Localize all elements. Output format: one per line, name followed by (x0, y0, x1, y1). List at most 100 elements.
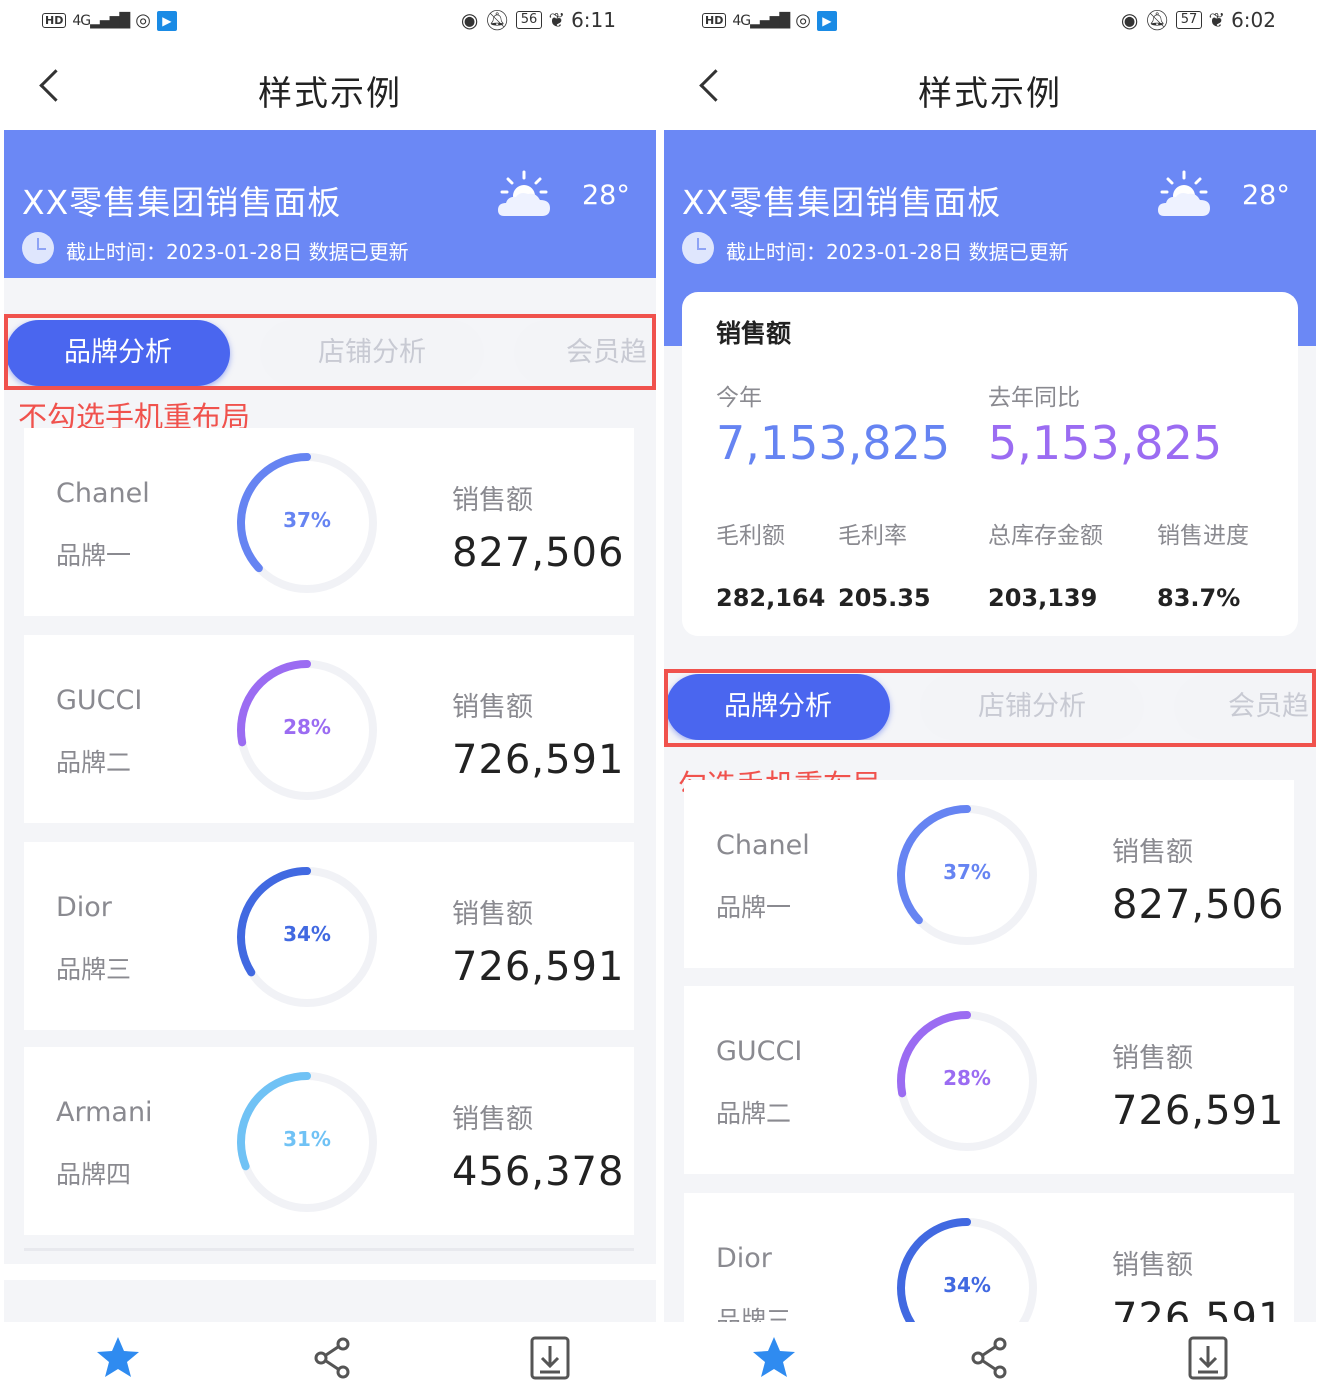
clock-time: 6:02 (1231, 8, 1276, 32)
signal-icon: 4G▂▄▆█ (732, 12, 790, 29)
battery-icon: 57 (1175, 11, 1203, 29)
leaf-icon: ❦ (548, 8, 566, 32)
brand-label: 品牌二 (716, 1099, 792, 1128)
sales-value: 827,506 (452, 530, 625, 576)
page-title: 样式示例 (918, 74, 1062, 114)
sales-progress-label: 销售进度 (1157, 523, 1249, 549)
kpi-title: 销售额 (716, 319, 792, 348)
brand-card[interactable]: Chanel 品牌一 37% 销售额 827,506 (684, 780, 1294, 968)
ring-progress-arc (896, 1218, 1037, 1322)
sales-value: 726,591 (1112, 1088, 1285, 1134)
sales-label: 销售额 (452, 1104, 533, 1135)
phone-screen-right: HD 4G▂▄▆█ ◎ ▶ ◉ 🔕︎ 57 ❦ 6:02 样式示例 XX零售集团… (664, 0, 1316, 1390)
brand-card[interactable]: Dior 品牌三 34% 销售额 726,591 (24, 842, 634, 1030)
percentage-label: 37% (943, 860, 991, 884)
download-icon[interactable] (1184, 1334, 1232, 1382)
status-bar: HD 4G▂▄▆█ ◎ ▶ ◉ 🔕︎ 57 ❦ 6:02 (664, 0, 1316, 44)
brand-name: Dior (56, 892, 112, 923)
nav-bar: 样式示例 (4, 44, 656, 130)
dashboard-header: XX零售集团销售面板 28° 截止时间：2023-01-28日 数据已更新 (4, 130, 656, 278)
sales-value: 726,591 (1112, 1295, 1285, 1322)
brand-name: Armani (56, 1097, 153, 1128)
app-notification-icon: ▶ (816, 10, 837, 31)
share-icon[interactable] (966, 1334, 1014, 1382)
sales-value: 456,378 (452, 1149, 625, 1195)
bottom-toolbar (4, 1322, 656, 1390)
update-time: 截止时间：2023-01-28日 数据已更新 (66, 240, 409, 264)
app-notification-icon: ▶ (156, 10, 177, 31)
clock-icon (682, 232, 714, 264)
brand-card[interactable]: GUCCI 品牌二 28% 销售额 726,591 (24, 635, 634, 823)
signal-icon: 4G▂▄▆█ (72, 12, 130, 29)
download-icon[interactable] (526, 1334, 574, 1382)
gross-profit-label: 毛利额 (716, 523, 785, 549)
mute-icon: 🔕︎ (484, 8, 510, 32)
sales-label: 销售额 (452, 485, 533, 516)
brand-label: 品牌三 (716, 1306, 792, 1322)
last-year-label: 去年同比 (988, 385, 1080, 411)
brand-card[interactable]: Dior 品牌三 34% 销售额 726,591 (684, 1193, 1294, 1322)
brand-card[interactable]: Armani 品牌四 31% 销售额 456,378 (24, 1047, 634, 1235)
brand-label: 品牌一 (716, 893, 792, 922)
share-icon[interactable] (309, 1334, 357, 1382)
hd-icon: HD (42, 13, 67, 28)
progress-ring (896, 1218, 1037, 1322)
brand-label: 品牌四 (56, 1160, 132, 1189)
sales-label: 销售额 (452, 899, 533, 930)
inventory-value: 203,139 (988, 584, 1098, 612)
partly-cloudy-icon (498, 170, 550, 216)
sales-value: 726,591 (452, 737, 625, 783)
percentage-label: 28% (943, 1066, 991, 1090)
dashboard-title: XX零售集团销售面板 (682, 183, 1002, 222)
brand-name: Chanel (716, 830, 810, 861)
mute-icon: 🔕︎ (1144, 8, 1170, 32)
brand-name: Dior (716, 1243, 772, 1274)
battery-icon: 56 (515, 11, 543, 29)
phone-screen-left: HD 4G▂▄▆█ ◎ ▶ ◉ 🔕︎ 56 ❦ 6:11 样式示例 XX零售集团… (4, 0, 656, 1390)
sales-value: 827,506 (1112, 882, 1285, 928)
sales-summary-card: 销售额 今年 7,153,825 去年同比 5,153,825 毛利额 282,… (682, 292, 1298, 636)
dashboard-title: XX零售集团销售面板 (22, 183, 342, 222)
update-time: 截止时间：2023-01-28日 数据已更新 (726, 240, 1069, 264)
brand-label: 品牌三 (56, 955, 132, 984)
percentage-label: 37% (283, 508, 331, 532)
percentage-label: 34% (283, 922, 331, 946)
brand-name: GUCCI (716, 1036, 803, 1067)
highlight-box (664, 669, 1316, 747)
brand-label: 品牌二 (56, 748, 132, 777)
brand-label: 品牌一 (56, 541, 132, 570)
sales-value: 726,591 (452, 944, 625, 990)
percentage-label: 28% (283, 715, 331, 739)
eye-icon: ◉ (460, 8, 479, 32)
temperature: 28° (582, 180, 630, 211)
eye-icon: ◉ (1120, 8, 1139, 32)
sales-label: 销售额 (452, 692, 533, 723)
nav-bar: 样式示例 (664, 44, 1316, 130)
gross-margin-value: 205.35 (838, 584, 931, 612)
last-year-value: 5,153,825 (988, 416, 1223, 470)
partly-cloudy-icon (1158, 170, 1210, 216)
star-icon[interactable] (94, 1334, 142, 1382)
percentage-label: 34% (943, 1273, 991, 1297)
temperature: 28° (1242, 180, 1290, 211)
wifi-icon: ◎ (795, 10, 811, 31)
footer-gap (4, 1280, 656, 1322)
gross-margin-label: 毛利率 (838, 523, 907, 549)
inventory-label: 总库存金额 (988, 523, 1103, 549)
brand-name: GUCCI (56, 685, 143, 716)
highlight-box (4, 314, 656, 390)
clock-icon (22, 232, 54, 264)
brand-card[interactable]: GUCCI 品牌二 28% 销售额 726,591 (684, 986, 1294, 1174)
hd-icon: HD (702, 13, 727, 28)
brand-card[interactable]: Chanel 品牌一 37% 销售额 827,506 (24, 428, 634, 616)
wifi-icon: ◎ (135, 10, 151, 31)
star-icon[interactable] (750, 1334, 798, 1382)
this-year-label: 今年 (716, 385, 762, 411)
gross-profit-value: 282,164 (716, 584, 826, 612)
sales-label: 销售额 (1112, 1250, 1193, 1281)
divider (24, 1248, 634, 1251)
leaf-icon: ❦ (1208, 8, 1226, 32)
bottom-toolbar (664, 1322, 1316, 1390)
sales-label: 销售额 (1112, 837, 1193, 868)
clock-time: 6:11 (571, 8, 616, 32)
